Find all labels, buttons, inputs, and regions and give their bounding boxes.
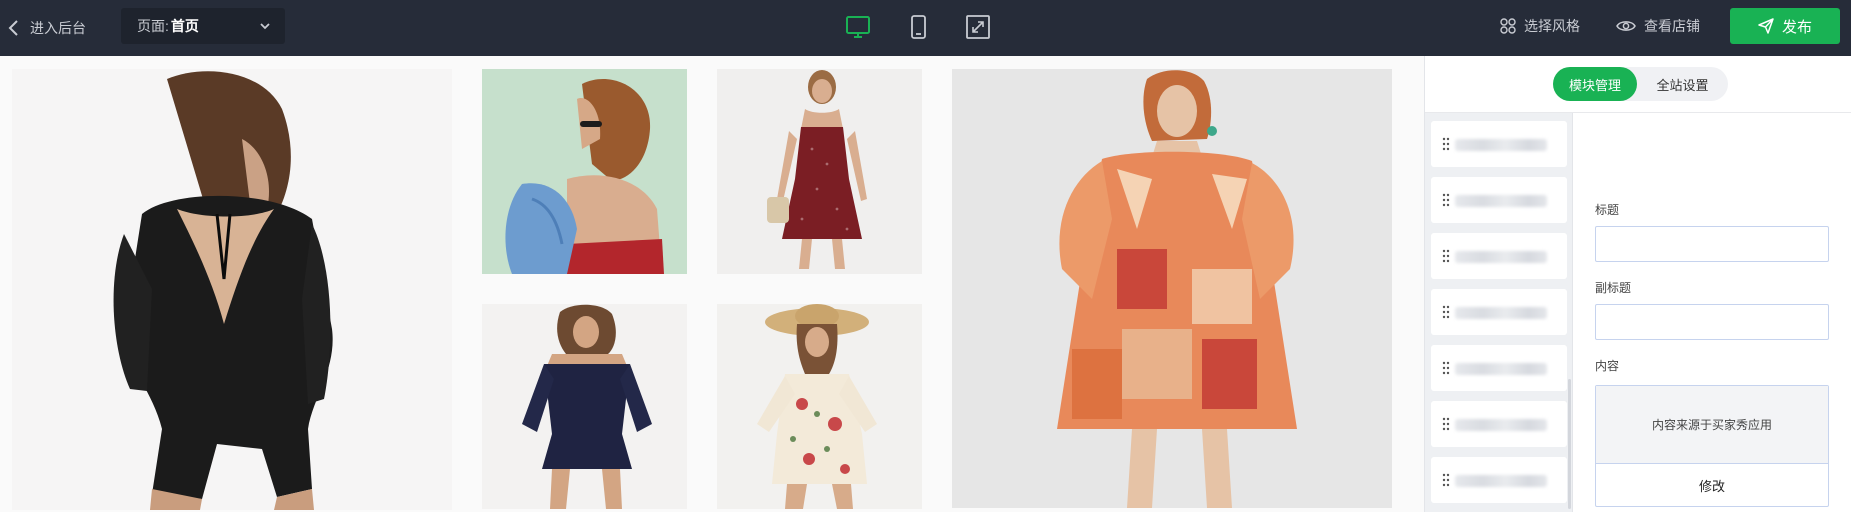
module-name-blurred — [1455, 139, 1547, 151]
module-list-scrollbar[interactable] — [1568, 379, 1571, 509]
module-name-blurred — [1455, 419, 1547, 431]
module-list — [1425, 113, 1572, 512]
drag-handle-icon[interactable] — [1442, 305, 1450, 319]
drag-handle-icon[interactable] — [1442, 137, 1450, 151]
fullscreen-icon[interactable] — [965, 14, 991, 40]
module-item[interactable] — [1431, 289, 1567, 335]
panel-tabs: 模块管理 全站设置 — [1553, 67, 1728, 101]
page-select[interactable]: 页面: 首页 — [121, 8, 285, 44]
module-item[interactable] — [1431, 177, 1567, 223]
drag-handle-icon[interactable] — [1442, 417, 1450, 431]
choose-style-label: 选择风格 — [1524, 18, 1580, 34]
product-photo-orange-patchwork-dress[interactable] — [952, 69, 1392, 508]
module-name-blurred — [1455, 251, 1547, 263]
module-form: 标题 副标题 内容 内容来源于买家秀应用 修改 — [1572, 113, 1851, 512]
view-store-label: 查看店铺 — [1644, 18, 1700, 34]
title-label: 标题 — [1595, 203, 1620, 217]
module-item[interactable] — [1431, 457, 1567, 503]
module-item[interactable] — [1431, 345, 1567, 391]
preview-canvas — [0, 56, 1422, 512]
mobile-icon[interactable] — [905, 14, 931, 40]
content-label: 内容 — [1595, 359, 1620, 373]
chevron-down-icon — [260, 23, 270, 30]
view-store-button[interactable]: 查看店铺 — [1616, 16, 1700, 36]
drag-handle-icon[interactable] — [1442, 473, 1450, 487]
module-name-blurred — [1455, 363, 1547, 375]
module-name-blurred — [1455, 195, 1547, 207]
product-photo-red-polka-dress[interactable] — [717, 69, 922, 274]
edit-content-button[interactable]: 修改 — [1596, 465, 1828, 506]
content-box: 内容来源于买家秀应用 修改 — [1595, 385, 1829, 507]
desktop-icon[interactable] — [845, 14, 871, 40]
module-item[interactable] — [1431, 121, 1567, 167]
product-photo-red-bandeau[interactable] — [482, 69, 687, 274]
publish-label: 发布 — [1781, 18, 1812, 36]
grid-icon — [1500, 18, 1516, 34]
product-photo-floral-romper[interactable] — [717, 304, 922, 509]
settings-panel: 模块管理 全站设置 标题 副标题 内容 内容来源于买家秀应用 修改 — [1424, 56, 1851, 512]
eye-icon — [1616, 21, 1636, 31]
page-select-prefix: 页面: — [137, 18, 169, 34]
module-item[interactable] — [1431, 401, 1567, 447]
subtitle-input[interactable] — [1595, 304, 1829, 340]
module-item[interactable] — [1431, 233, 1567, 279]
subtitle-label: 副标题 — [1595, 281, 1632, 295]
drag-handle-icon[interactable] — [1442, 249, 1450, 263]
send-icon — [1758, 18, 1774, 34]
drag-handle-icon[interactable] — [1442, 193, 1450, 207]
content-source-note: 内容来源于买家秀应用 — [1596, 386, 1828, 464]
drag-handle-icon[interactable] — [1442, 361, 1450, 375]
module-name-blurred — [1455, 307, 1547, 319]
product-photo-black-romper[interactable] — [12, 69, 452, 510]
product-photo-navy-romper[interactable] — [482, 304, 687, 509]
chevron-left-icon — [8, 20, 18, 36]
tab-module-management[interactable]: 模块管理 — [1553, 67, 1637, 101]
back-label: 进入后台 — [30, 20, 86, 36]
page-select-value: 首页 — [170, 18, 199, 34]
tab-site-settings[interactable]: 全站设置 — [1637, 67, 1728, 101]
choose-style-button[interactable]: 选择风格 — [1500, 16, 1580, 36]
top-bar: 进入后台 页面: 首页 选择风格 查看店铺 发布 — [0, 0, 1851, 56]
back-to-admin-link[interactable]: 进入后台 — [8, 14, 86, 42]
module-name-blurred — [1455, 475, 1547, 487]
publish-button[interactable]: 发布 — [1730, 8, 1840, 44]
title-input[interactable] — [1595, 226, 1829, 262]
